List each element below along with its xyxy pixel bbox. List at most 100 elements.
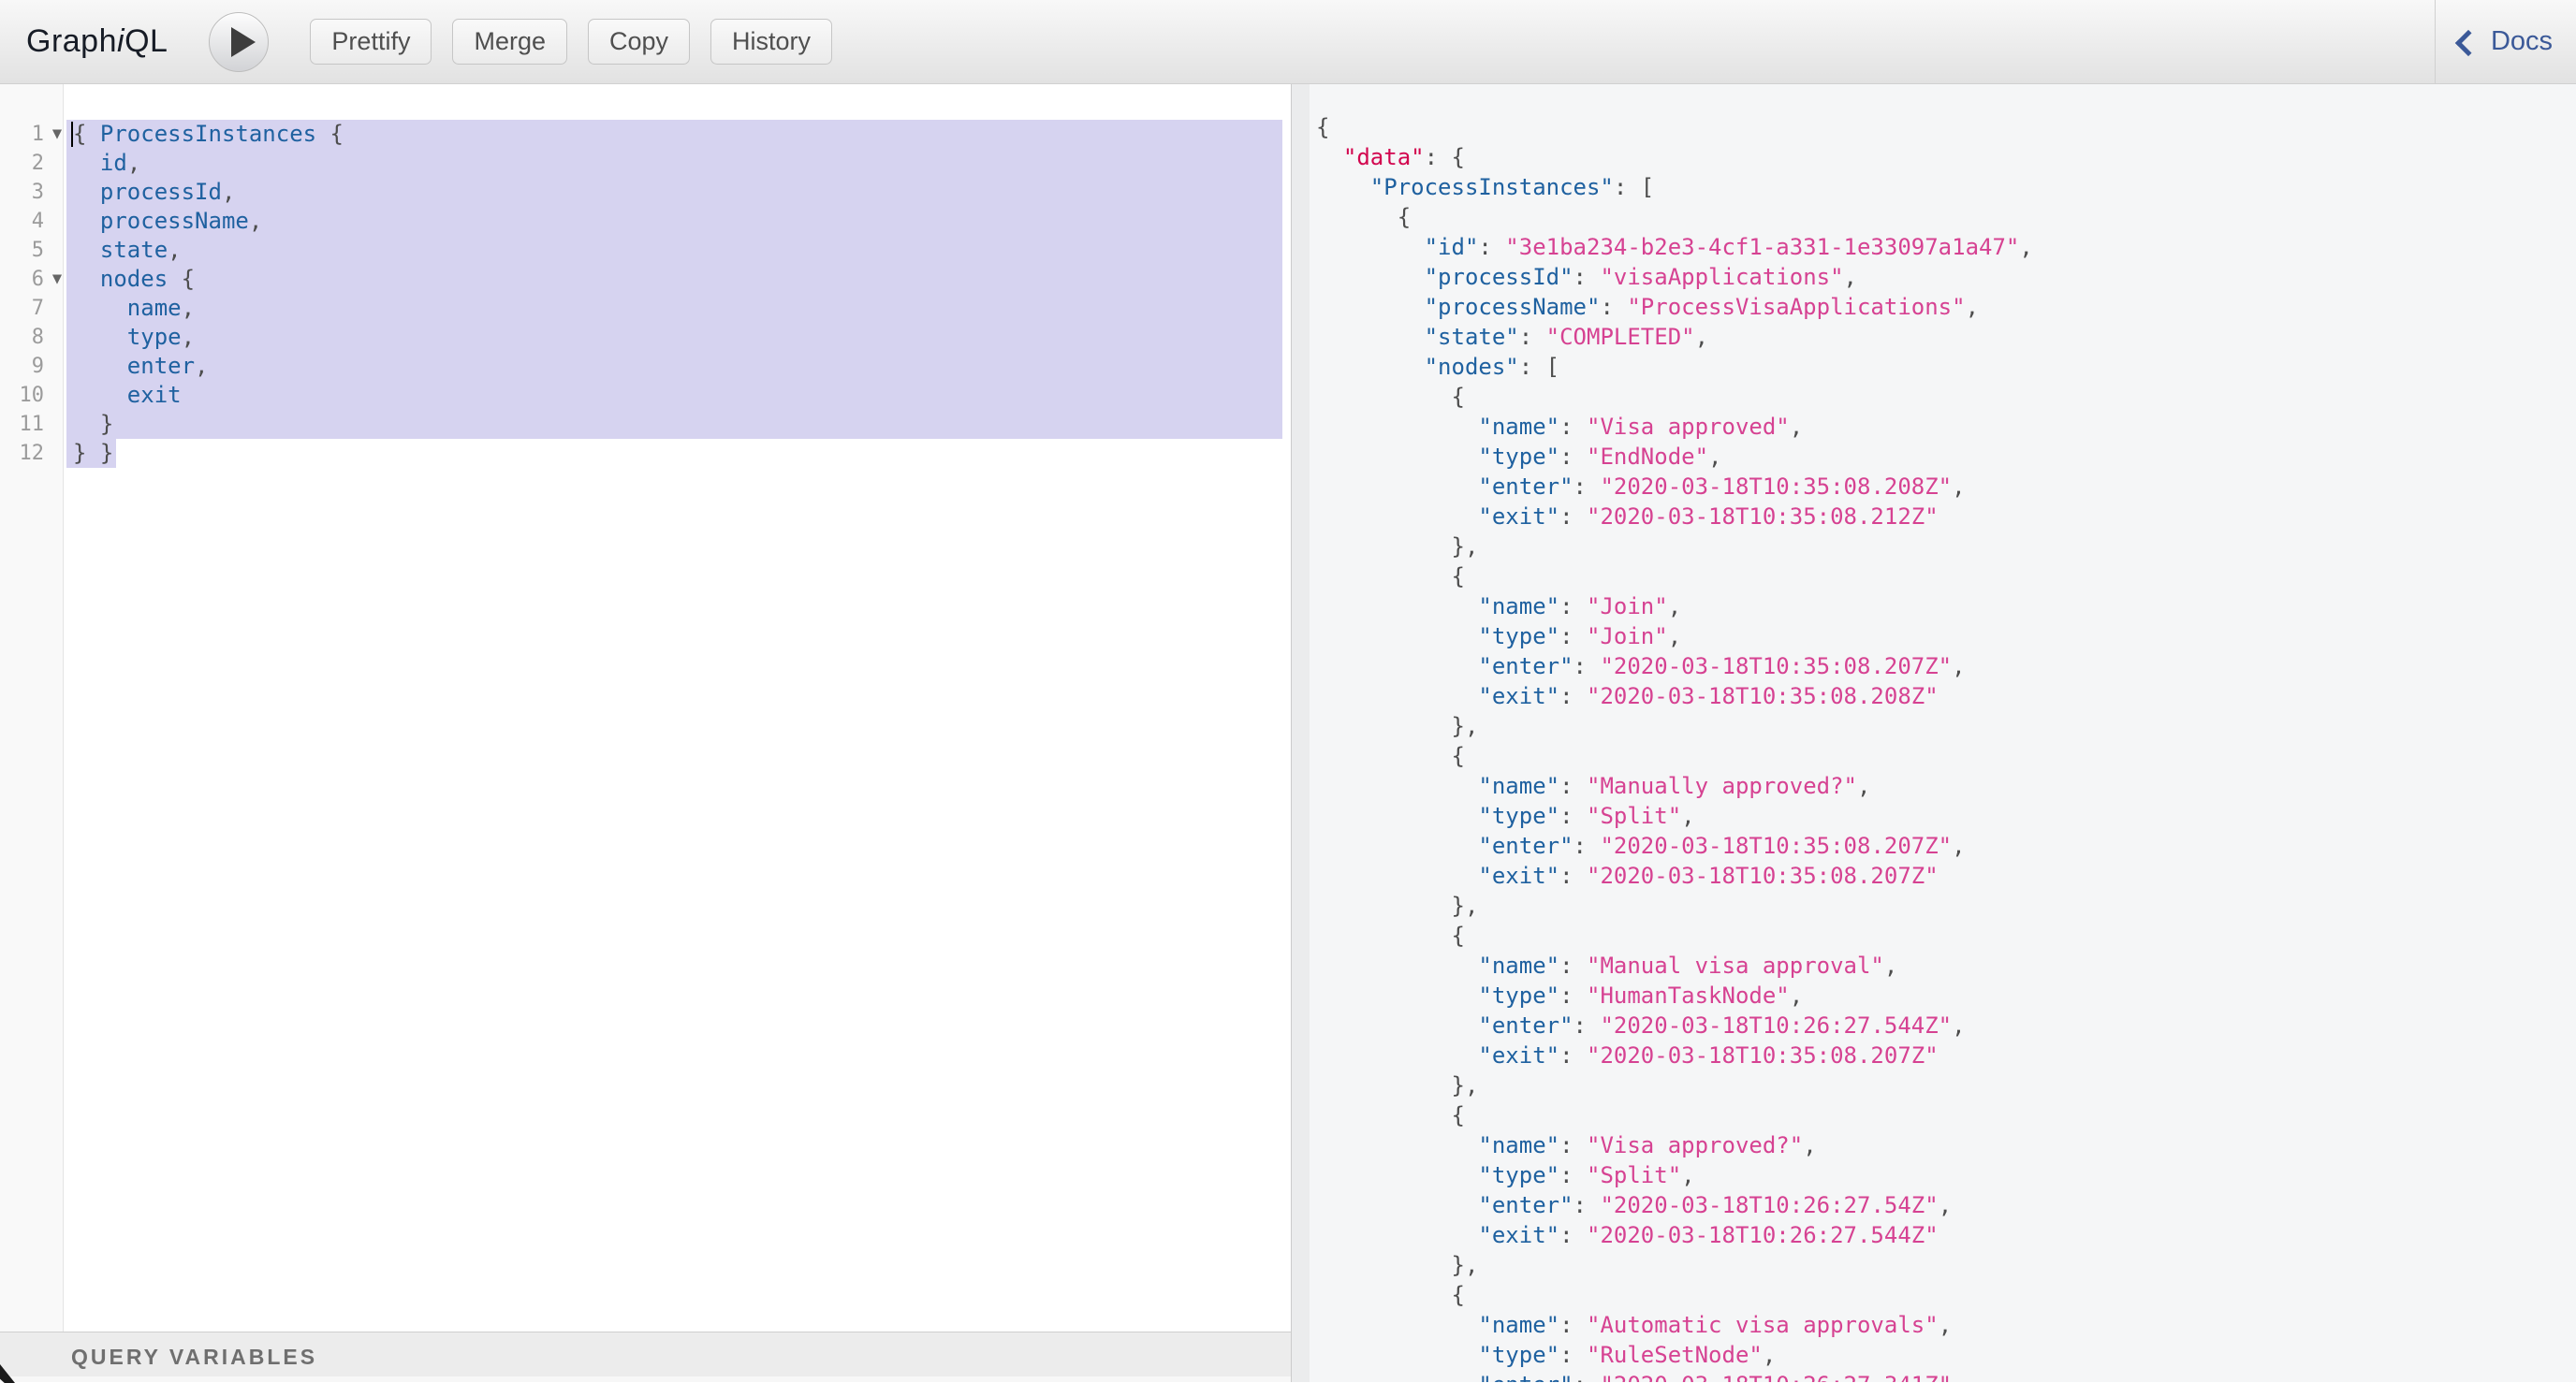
result-line: ▼ { (1292, 741, 2576, 771)
result-line: "type": "HumanTaskNode", (1292, 981, 2576, 1011)
text-selection (66, 323, 1282, 352)
query-line-10: 10 exit (0, 381, 1291, 410)
result-line: "type": "Split", (1292, 1160, 2576, 1190)
query-line-2: 2 id, (0, 149, 1291, 178)
logo-part-i: i (117, 23, 124, 59)
prettify-button[interactable]: Prettify (310, 19, 432, 65)
chevron-left-icon (2455, 29, 2481, 55)
docs-tab[interactable]: Docs (2435, 0, 2576, 84)
text-selection (66, 352, 1282, 381)
query-variables-label: QUERY VARIABLES (71, 1345, 317, 1370)
result-line: "id": "3e1ba234-b2e3-4cf1-a331-1e33097a1… (1292, 232, 2576, 262)
main-content: 1▼{ ProcessInstances {2 id,3 processId,4… (0, 84, 2576, 1382)
line-number: 12 (0, 439, 48, 468)
graphiql-app: GraphiQL Prettify Merge Copy History Docs 1… (0, 0, 2576, 1383)
result-line: "name": "Visa approved", (1292, 412, 2576, 442)
fold-arrow-icon[interactable]: ▼ (48, 120, 66, 149)
result-line: "exit": "2020-03-18T10:35:08.207Z" (1292, 861, 2576, 891)
text-selection (66, 236, 1282, 265)
merge-button[interactable]: Merge (452, 19, 567, 65)
query-line-11: 11 } (0, 410, 1291, 439)
line-number: 9 (0, 352, 48, 381)
result-pane[interactable]: ▼{▼ "data": {▼ "ProcessInstances": [▼ { … (1291, 84, 2576, 1382)
fold-gutter-spacer (48, 439, 66, 468)
result-line: }, (1292, 891, 2576, 921)
result-line: ▼{ (1292, 112, 2576, 142)
line-number: 7 (0, 294, 48, 323)
result-line: "name": "Manual visa approval", (1292, 951, 2576, 981)
execute-query-button[interactable] (209, 12, 269, 72)
line-number: 6 (0, 265, 48, 294)
fold-arrow-icon[interactable]: ▼ (48, 265, 66, 294)
query-line-1: 1▼{ ProcessInstances { (0, 120, 1291, 149)
fold-gutter-spacer (48, 207, 66, 236)
result-line: ▼ "nodes": [ (1292, 352, 2576, 382)
query-editor-pane[interactable]: 1▼{ ProcessInstances {2 id,3 processId,4… (0, 84, 1291, 1382)
result-lines: ▼{▼ "data": {▼ "ProcessInstances": [▼ { … (1292, 112, 2576, 1382)
result-line: "exit": "2020-03-18T10:26:27.544Z" (1292, 1220, 2576, 1250)
result-line: "type": "Join", (1292, 621, 2576, 651)
result-line: "processId": "visaApplications", (1292, 262, 2576, 292)
query-line-5: 5 state, (0, 236, 1291, 265)
query-editor-lines[interactable]: 1▼{ ProcessInstances {2 id,3 processId,4… (0, 84, 1291, 1332)
result-line: "type": "Split", (1292, 801, 2576, 831)
fold-gutter-spacer (48, 294, 66, 323)
fold-gutter-spacer (48, 149, 66, 178)
query-line-7: 7 name, (0, 294, 1291, 323)
result-line: "exit": "2020-03-18T10:35:08.208Z" (1292, 681, 2576, 711)
line-number: 3 (0, 178, 48, 207)
line-number: 5 (0, 236, 48, 265)
fold-gutter-spacer (48, 323, 66, 352)
query-line-9: 9 enter, (0, 352, 1291, 381)
fold-gutter-spacer (48, 236, 66, 265)
line-number: 4 (0, 207, 48, 236)
result-line: "name": "Visa approved?", (1292, 1130, 2576, 1160)
result-line: "type": "RuleSetNode", (1292, 1340, 2576, 1370)
result-line: ▼ { (1292, 1280, 2576, 1310)
result-line: "enter": "2020-03-18T10:35:08.208Z", (1292, 472, 2576, 502)
fold-gutter-spacer (48, 381, 66, 410)
text-selection (66, 178, 1282, 207)
result-line: "enter": "2020-03-18T10:35:08.207Z", (1292, 831, 2576, 861)
line-number: 1 (0, 120, 48, 149)
text-caret (71, 122, 73, 147)
line-number: 10 (0, 381, 48, 410)
query-variables-bar[interactable]: QUERY VARIABLES (0, 1332, 1291, 1382)
toolbar: GraphiQL Prettify Merge Copy History Docs (0, 0, 2576, 84)
result-line: ▼ { (1292, 921, 2576, 951)
fold-gutter-spacer (48, 352, 66, 381)
text-selection (66, 294, 1282, 323)
result-line: "type": "EndNode", (1292, 442, 2576, 472)
result-line: ▼ "data": { (1292, 142, 2576, 172)
docs-label: Docs (2491, 26, 2553, 57)
result-line: ▼ { (1292, 202, 2576, 232)
logo-part-ql: QL (124, 23, 168, 59)
fold-gutter-spacer (48, 410, 66, 439)
result-line: ▼ { (1292, 1100, 2576, 1130)
query-line-8: 8 type, (0, 323, 1291, 352)
result-line: }, (1292, 1250, 2576, 1280)
result-line: "name": "Automatic visa approvals", (1292, 1310, 2576, 1340)
result-line: "enter": "2020-03-18T10:35:08.207Z", (1292, 651, 2576, 681)
result-line: "enter": "2020-03-18T10:26:27.544Z", (1292, 1011, 2576, 1041)
app-logo: GraphiQL (26, 23, 168, 60)
result-line: "name": "Manually approved?", (1292, 771, 2576, 801)
text-selection (66, 410, 1282, 439)
toolbar-buttons: Prettify Merge Copy History (310, 19, 832, 65)
result-line: ▼ { (1292, 382, 2576, 412)
logo-part-graph: Graph (26, 23, 117, 59)
query-line-6: 6▼ nodes { (0, 265, 1291, 294)
copy-button[interactable]: Copy (588, 19, 690, 65)
result-line: ▼ { (1292, 561, 2576, 591)
result-line: "exit": "2020-03-18T10:35:08.212Z" (1292, 502, 2576, 531)
line-number: 8 (0, 323, 48, 352)
result-line: }, (1292, 531, 2576, 561)
text-selection (66, 149, 1282, 178)
query-line-4: 4 processName, (0, 207, 1291, 236)
text-selection (66, 381, 1282, 410)
query-line-12: 12} } (0, 439, 1291, 468)
play-icon (231, 27, 256, 57)
result-line: ▼ "ProcessInstances": [ (1292, 172, 2576, 202)
result-line: "enter": "2020-03-18T10:26:27.341Z" (1292, 1370, 2576, 1382)
history-button[interactable]: History (710, 19, 832, 65)
